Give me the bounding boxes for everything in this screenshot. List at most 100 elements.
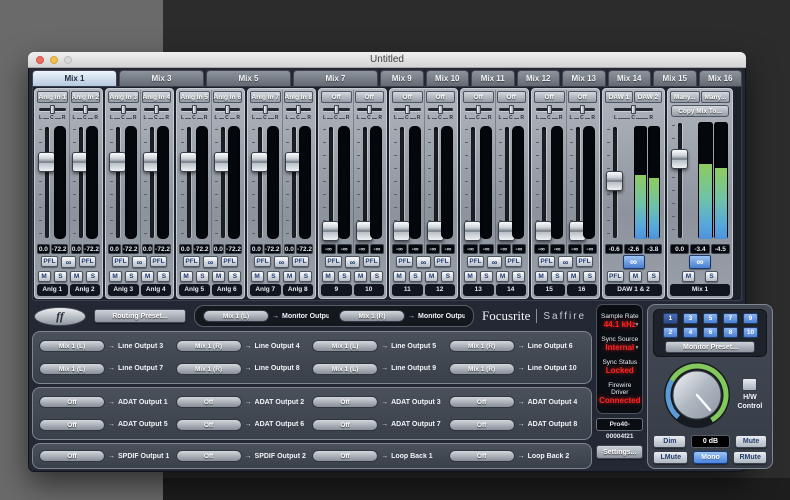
stereo-link-icon[interactable]: ∞ xyxy=(345,256,360,268)
routing-source-button[interactable]: Mix 1 (L) xyxy=(312,340,378,352)
routing-source-button[interactable]: Mix 1 (R) xyxy=(176,363,242,375)
fader-handle[interactable] xyxy=(393,221,410,241)
mute-button[interactable]: M xyxy=(682,271,695,282)
channel-source-button[interactable]: Anlg In 7 xyxy=(250,91,281,103)
channel-source-button[interactable]: Anlg In 3 xyxy=(108,91,139,103)
solo-button[interactable]: S xyxy=(267,271,280,282)
solo-button[interactable]: S xyxy=(338,271,351,282)
pan-slider[interactable] xyxy=(499,105,525,114)
stereo-link-icon[interactable]: ∞ xyxy=(689,255,711,269)
tab-mix-12[interactable]: Mix 12 xyxy=(517,70,561,86)
solo-button[interactable]: S xyxy=(299,271,312,282)
pan-slider[interactable] xyxy=(144,105,170,114)
routing-source-button[interactable]: Mix 1 (L) xyxy=(312,363,378,375)
mono-button[interactable]: Mono xyxy=(693,451,728,464)
solo-button[interactable]: S xyxy=(54,271,67,282)
right-mute-button[interactable]: RMute xyxy=(733,451,768,464)
stereo-link-icon[interactable]: ∞ xyxy=(416,256,431,268)
solo-button[interactable]: S xyxy=(370,271,383,282)
monitor-volume-knob[interactable] xyxy=(661,360,733,430)
monitor-preset-button[interactable]: Monitor Preset... xyxy=(665,341,755,353)
monitor-preset-3-button[interactable]: 3 xyxy=(683,313,698,324)
monitor-preset-4-button[interactable]: 4 xyxy=(683,327,698,338)
pfl-button[interactable]: PFL xyxy=(183,256,200,267)
routing-source-button[interactable]: Mix 1 (R) xyxy=(449,363,515,375)
zoom-button[interactable] xyxy=(64,56,72,64)
pan-handle[interactable] xyxy=(438,105,443,114)
pan-slider[interactable] xyxy=(394,105,421,114)
tab-mix-13[interactable]: Mix 13 xyxy=(562,70,606,86)
mute-button[interactable]: M xyxy=(496,271,509,282)
copy-mix-to-button[interactable]: Copy Mix To... xyxy=(671,105,729,117)
channel-source-button[interactable]: Off xyxy=(321,91,352,103)
pfl-button[interactable]: PFL xyxy=(254,256,271,267)
hw-control-checkbox[interactable] xyxy=(742,378,757,391)
pfl-button[interactable]: PFL xyxy=(292,256,309,267)
pfl-button[interactable]: PFL xyxy=(538,256,555,267)
channel-source-button[interactable]: Anlg In 6 xyxy=(213,91,243,103)
channel-source-button[interactable]: Off xyxy=(463,91,494,103)
routing-source-button[interactable]: Off xyxy=(449,396,515,408)
fader-handle[interactable] xyxy=(535,221,552,241)
monitor-preset-8-button[interactable]: 8 xyxy=(723,327,738,338)
monitor-preset-6-button[interactable]: 6 xyxy=(703,327,718,338)
pan-handle[interactable] xyxy=(631,105,636,114)
mute-button[interactable]: M xyxy=(322,271,335,282)
pan-slider[interactable] xyxy=(536,105,563,114)
settings-button[interactable]: Settings... xyxy=(596,445,643,459)
mute-button[interactable]: M xyxy=(251,271,264,282)
tab-mix-15[interactable]: Mix 15 xyxy=(653,70,697,86)
solo-button[interactable]: S xyxy=(512,271,525,282)
routing-source-button[interactable]: Off xyxy=(449,419,515,431)
channel-source-button[interactable]: Anlg In 5 xyxy=(179,91,210,103)
pan-handle[interactable] xyxy=(334,105,339,114)
mute-button[interactable]: M xyxy=(535,271,548,282)
stereo-link-icon[interactable]: ∞ xyxy=(487,256,502,268)
pan-slider[interactable] xyxy=(465,105,492,114)
pan-handle[interactable] xyxy=(50,105,55,114)
channel-source-button[interactable]: Anlg In 1 xyxy=(37,91,68,103)
routing-source-button[interactable]: Mix 1 (R) xyxy=(449,340,515,352)
routing-source-button[interactable]: Off xyxy=(449,450,515,462)
pfl-button[interactable]: PFL xyxy=(363,256,380,267)
pfl-button[interactable]: PFL xyxy=(607,271,624,282)
channel-source-button[interactable]: Off xyxy=(568,91,598,103)
pan-handle[interactable] xyxy=(192,105,197,114)
mute-button[interactable]: M xyxy=(38,271,51,282)
routing-source-button[interactable]: Off xyxy=(312,396,378,408)
stereo-link-icon[interactable]: ∞ xyxy=(61,256,76,268)
solo-button[interactable]: S xyxy=(480,271,493,282)
solo-button[interactable]: S xyxy=(705,271,718,282)
fader-handle[interactable] xyxy=(322,221,339,241)
pan-handle[interactable] xyxy=(509,105,514,114)
routing-source-button[interactable]: Mix 1 (L) xyxy=(203,310,269,322)
mute-button[interactable]: M xyxy=(629,271,642,282)
tab-mix-14[interactable]: Mix 14 xyxy=(608,70,652,86)
channel-source-button[interactable]: Off xyxy=(355,91,385,103)
pan-handle[interactable] xyxy=(121,105,126,114)
channel-source-button[interactable]: Off xyxy=(426,91,456,103)
tab-mix-11[interactable]: Mix 11 xyxy=(471,70,515,86)
pan-slider[interactable] xyxy=(357,105,383,114)
fader-handle[interactable] xyxy=(251,152,268,172)
pan-slider[interactable] xyxy=(181,105,208,114)
channel-source-button[interactable]: Off xyxy=(497,91,527,103)
stereo-link-icon[interactable]: ∞ xyxy=(132,256,147,268)
routing-source-button[interactable]: Off xyxy=(39,419,105,431)
solo-button[interactable]: S xyxy=(647,271,660,282)
pan-handle[interactable] xyxy=(296,105,301,114)
pfl-button[interactable]: PFL xyxy=(221,256,238,267)
monitor-preset-1-button[interactable]: 1 xyxy=(663,313,678,324)
fader-handle[interactable] xyxy=(38,152,55,172)
pfl-button[interactable]: PFL xyxy=(467,256,484,267)
pan-handle[interactable] xyxy=(405,105,410,114)
pan-handle[interactable] xyxy=(83,105,88,114)
pan-handle[interactable] xyxy=(263,105,268,114)
pan-slider[interactable] xyxy=(73,105,99,114)
pfl-button[interactable]: PFL xyxy=(150,256,167,267)
tab-mix-7[interactable]: Mix 7 xyxy=(293,70,378,86)
pfl-button[interactable]: PFL xyxy=(434,256,451,267)
pan-slider[interactable] xyxy=(110,105,137,114)
routing-preset-button[interactable]: Routing Preset... xyxy=(94,309,186,323)
channel-source-button[interactable]: Many... xyxy=(701,91,731,103)
